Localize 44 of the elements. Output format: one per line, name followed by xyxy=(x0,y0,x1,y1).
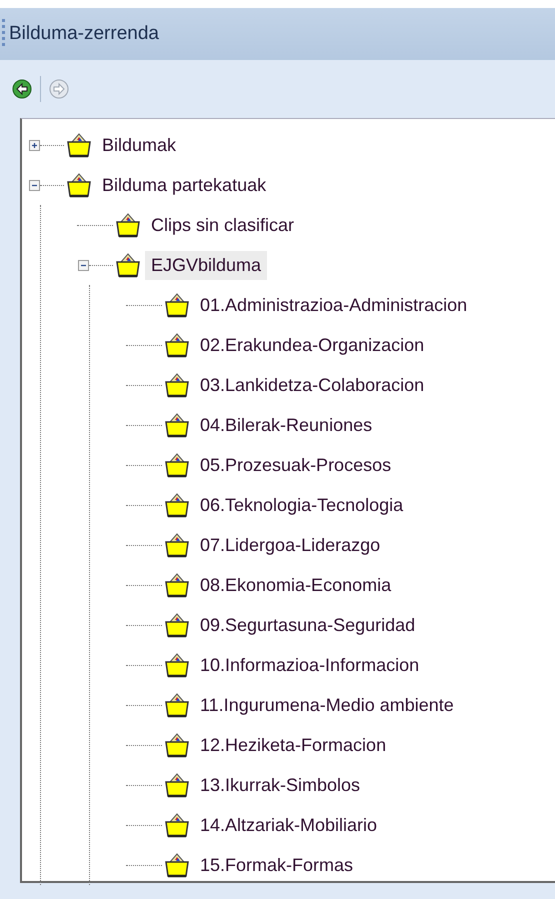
tree-item[interactable]: 03.Lankidetza-Colaboracion xyxy=(194,370,430,400)
tree-item[interactable]: Clips sin clasificar xyxy=(145,210,300,240)
folder-icon xyxy=(162,452,192,478)
tree-item[interactable]: 01.Administrazioa-Administracion xyxy=(194,290,474,320)
folder-icon xyxy=(162,492,192,518)
tree-item[interactable]: 06.Teknologia-Tecnologia xyxy=(194,490,410,520)
folder-icon xyxy=(162,292,192,318)
folder-icon xyxy=(162,692,192,718)
folder-icon xyxy=(113,212,143,238)
folder-icon xyxy=(162,332,192,358)
tree-item[interactable]: 10.Informazioa-Informacion xyxy=(194,650,426,680)
tree-item[interactable]: Bilduma partekatuak xyxy=(96,170,272,200)
folder-icon xyxy=(162,572,192,598)
folder-icon xyxy=(162,372,192,398)
tree-item[interactable]: 13.Ikurrak-Simbolos xyxy=(194,770,366,800)
folder-icon xyxy=(162,412,192,438)
back-button[interactable] xyxy=(10,77,34,101)
folder-icon xyxy=(113,252,143,278)
folder-icon xyxy=(64,132,94,158)
folder-icon xyxy=(64,172,94,198)
collapse-icon[interactable] xyxy=(78,260,89,270)
tree-item[interactable]: 15.Formak-Formas xyxy=(194,850,360,880)
tree-item[interactable]: 04.Bilerak-Reuniones xyxy=(194,410,378,440)
folder-icon xyxy=(162,612,192,638)
folder-icon xyxy=(162,852,192,878)
grip-icon xyxy=(2,19,5,49)
tree-item[interactable]: 14.Altzariak-Mobiliario xyxy=(194,810,384,840)
folder-icon xyxy=(162,772,192,798)
folder-icon xyxy=(162,532,192,558)
expand-icon[interactable] xyxy=(29,140,40,150)
tree-item[interactable]: 11.Ingurumena-Medio ambiente xyxy=(194,690,460,720)
tree-item[interactable]: Bildumak xyxy=(96,130,182,160)
tree-item[interactable]: 08.Ekonomia-Economia xyxy=(194,570,398,600)
folder-icon xyxy=(162,652,192,678)
tree-item[interactable]: 09.Segurtasuna-Seguridad xyxy=(194,610,422,640)
tree-item[interactable]: 12.Heziketa-Formacion xyxy=(194,730,392,760)
tree-item[interactable]: EJGVbilduma xyxy=(145,250,268,280)
panel-title: Bilduma-zerrenda xyxy=(9,23,159,45)
folder-icon xyxy=(162,732,192,758)
tree-item[interactable]: 02.Erakundea-Organizacion xyxy=(194,330,430,360)
tree-item[interactable]: 05.Prozesuak-Procesos xyxy=(194,450,398,480)
collapse-icon[interactable] xyxy=(29,180,40,190)
tree-item[interactable]: 07.Lidergoa-Liderazgo xyxy=(194,530,386,560)
folder-icon xyxy=(162,812,192,838)
